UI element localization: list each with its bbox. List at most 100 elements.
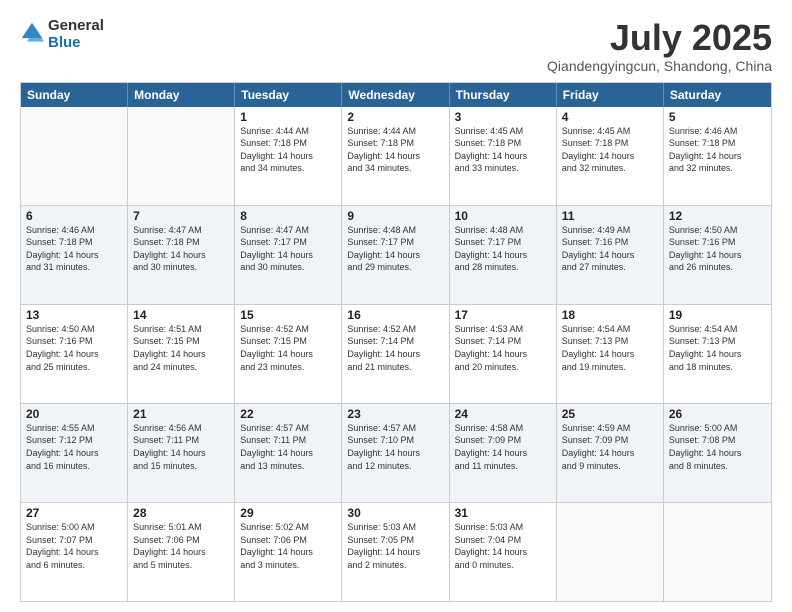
day-number: 27 [26,506,122,520]
header-day-monday: Monday [128,83,235,107]
day-number: 18 [562,308,658,322]
day-cell-16: 16Sunrise: 4:52 AM Sunset: 7:14 PM Dayli… [342,305,449,403]
header-day-friday: Friday [557,83,664,107]
day-info: Sunrise: 4:52 AM Sunset: 7:14 PM Dayligh… [347,323,443,373]
day-cell-13: 13Sunrise: 4:50 AM Sunset: 7:16 PM Dayli… [21,305,128,403]
day-cell-3: 3Sunrise: 4:45 AM Sunset: 7:18 PM Daylig… [450,107,557,205]
day-number: 20 [26,407,122,421]
day-number: 30 [347,506,443,520]
week-row-2: 6Sunrise: 4:46 AM Sunset: 7:18 PM Daylig… [21,205,771,304]
day-info: Sunrise: 4:52 AM Sunset: 7:15 PM Dayligh… [240,323,336,373]
day-number: 2 [347,110,443,124]
day-info: Sunrise: 4:58 AM Sunset: 7:09 PM Dayligh… [455,422,551,472]
location: Qiandengyingcun, Shandong, China [547,58,772,74]
day-number: 16 [347,308,443,322]
header-day-thursday: Thursday [450,83,557,107]
day-cell-1: 1Sunrise: 4:44 AM Sunset: 7:18 PM Daylig… [235,107,342,205]
day-cell-8: 8Sunrise: 4:47 AM Sunset: 7:17 PM Daylig… [235,206,342,304]
day-number: 29 [240,506,336,520]
day-cell-21: 21Sunrise: 4:56 AM Sunset: 7:11 PM Dayli… [128,404,235,502]
day-cell-31: 31Sunrise: 5:03 AM Sunset: 7:04 PM Dayli… [450,503,557,601]
day-cell-7: 7Sunrise: 4:47 AM Sunset: 7:18 PM Daylig… [128,206,235,304]
day-number: 3 [455,110,551,124]
day-info: Sunrise: 4:57 AM Sunset: 7:10 PM Dayligh… [347,422,443,472]
day-cell-14: 14Sunrise: 4:51 AM Sunset: 7:15 PM Dayli… [128,305,235,403]
day-info: Sunrise: 4:50 AM Sunset: 7:16 PM Dayligh… [26,323,122,373]
day-number: 11 [562,209,658,223]
day-number: 13 [26,308,122,322]
logo-general: General [48,18,104,35]
calendar: SundayMondayTuesdayWednesdayThursdayFrid… [20,82,772,602]
header-day-sunday: Sunday [21,83,128,107]
day-info: Sunrise: 4:56 AM Sunset: 7:11 PM Dayligh… [133,422,229,472]
day-info: Sunrise: 4:53 AM Sunset: 7:14 PM Dayligh… [455,323,551,373]
day-cell-22: 22Sunrise: 4:57 AM Sunset: 7:11 PM Dayli… [235,404,342,502]
week-row-5: 27Sunrise: 5:00 AM Sunset: 7:07 PM Dayli… [21,502,771,601]
logo: General Blue [20,18,104,51]
day-number: 15 [240,308,336,322]
empty-cell [128,107,235,205]
day-info: Sunrise: 4:51 AM Sunset: 7:15 PM Dayligh… [133,323,229,373]
day-cell-17: 17Sunrise: 4:53 AM Sunset: 7:14 PM Dayli… [450,305,557,403]
calendar-body: 1Sunrise: 4:44 AM Sunset: 7:18 PM Daylig… [21,107,771,601]
day-number: 24 [455,407,551,421]
day-number: 9 [347,209,443,223]
empty-cell [557,503,664,601]
day-number: 10 [455,209,551,223]
day-info: Sunrise: 5:00 AM Sunset: 7:07 PM Dayligh… [26,521,122,571]
day-info: Sunrise: 4:45 AM Sunset: 7:18 PM Dayligh… [455,125,551,175]
day-info: Sunrise: 4:48 AM Sunset: 7:17 PM Dayligh… [347,224,443,274]
day-number: 28 [133,506,229,520]
week-row-4: 20Sunrise: 4:55 AM Sunset: 7:12 PM Dayli… [21,403,771,502]
day-cell-5: 5Sunrise: 4:46 AM Sunset: 7:18 PM Daylig… [664,107,771,205]
day-info: Sunrise: 5:00 AM Sunset: 7:08 PM Dayligh… [669,422,766,472]
day-info: Sunrise: 4:59 AM Sunset: 7:09 PM Dayligh… [562,422,658,472]
day-cell-6: 6Sunrise: 4:46 AM Sunset: 7:18 PM Daylig… [21,206,128,304]
day-info: Sunrise: 4:50 AM Sunset: 7:16 PM Dayligh… [669,224,766,274]
day-info: Sunrise: 5:02 AM Sunset: 7:06 PM Dayligh… [240,521,336,571]
day-info: Sunrise: 4:46 AM Sunset: 7:18 PM Dayligh… [669,125,766,175]
day-cell-26: 26Sunrise: 5:00 AM Sunset: 7:08 PM Dayli… [664,404,771,502]
day-cell-19: 19Sunrise: 4:54 AM Sunset: 7:13 PM Dayli… [664,305,771,403]
day-number: 1 [240,110,336,124]
day-number: 22 [240,407,336,421]
day-info: Sunrise: 5:03 AM Sunset: 7:04 PM Dayligh… [455,521,551,571]
day-info: Sunrise: 4:54 AM Sunset: 7:13 PM Dayligh… [562,323,658,373]
day-cell-2: 2Sunrise: 4:44 AM Sunset: 7:18 PM Daylig… [342,107,449,205]
day-number: 12 [669,209,766,223]
title-section: July 2025 Qiandengyingcun, Shandong, Chi… [547,18,772,74]
day-number: 6 [26,209,122,223]
day-number: 31 [455,506,551,520]
day-info: Sunrise: 5:01 AM Sunset: 7:06 PM Dayligh… [133,521,229,571]
day-number: 23 [347,407,443,421]
day-cell-30: 30Sunrise: 5:03 AM Sunset: 7:05 PM Dayli… [342,503,449,601]
day-info: Sunrise: 5:03 AM Sunset: 7:05 PM Dayligh… [347,521,443,571]
header: General Blue July 2025 Qiandengyingcun, … [20,18,772,74]
day-cell-27: 27Sunrise: 5:00 AM Sunset: 7:07 PM Dayli… [21,503,128,601]
day-number: 26 [669,407,766,421]
empty-cell [21,107,128,205]
logo-text: General Blue [48,18,104,51]
logo-blue: Blue [48,35,104,52]
calendar-header: SundayMondayTuesdayWednesdayThursdayFrid… [21,83,771,107]
day-number: 4 [562,110,658,124]
day-number: 7 [133,209,229,223]
day-cell-18: 18Sunrise: 4:54 AM Sunset: 7:13 PM Dayli… [557,305,664,403]
day-cell-23: 23Sunrise: 4:57 AM Sunset: 7:10 PM Dayli… [342,404,449,502]
empty-cell [664,503,771,601]
day-info: Sunrise: 4:47 AM Sunset: 7:17 PM Dayligh… [240,224,336,274]
day-number: 21 [133,407,229,421]
day-cell-12: 12Sunrise: 4:50 AM Sunset: 7:16 PM Dayli… [664,206,771,304]
day-cell-11: 11Sunrise: 4:49 AM Sunset: 7:16 PM Dayli… [557,206,664,304]
day-cell-29: 29Sunrise: 5:02 AM Sunset: 7:06 PM Dayli… [235,503,342,601]
logo-icon [20,21,44,45]
week-row-3: 13Sunrise: 4:50 AM Sunset: 7:16 PM Dayli… [21,304,771,403]
day-cell-28: 28Sunrise: 5:01 AM Sunset: 7:06 PM Dayli… [128,503,235,601]
day-number: 8 [240,209,336,223]
day-cell-25: 25Sunrise: 4:59 AM Sunset: 7:09 PM Dayli… [557,404,664,502]
month-title: July 2025 [547,18,772,58]
day-number: 19 [669,308,766,322]
header-day-wednesday: Wednesday [342,83,449,107]
day-info: Sunrise: 4:45 AM Sunset: 7:18 PM Dayligh… [562,125,658,175]
page: General Blue July 2025 Qiandengyingcun, … [0,0,792,612]
